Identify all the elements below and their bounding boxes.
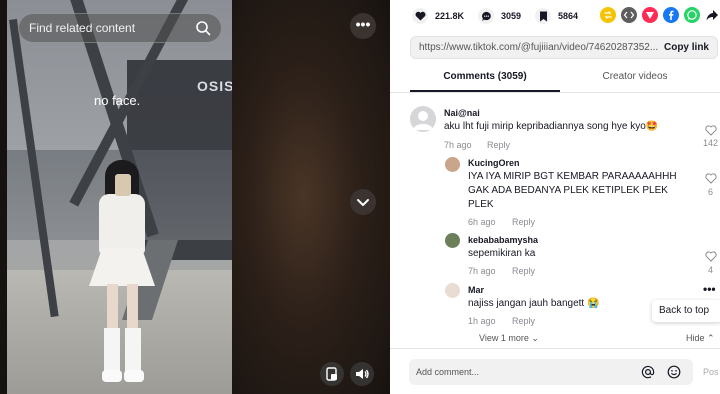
- share-arrow-icon[interactable]: [705, 8, 719, 27]
- comment-like-count: 142: [703, 138, 719, 148]
- comment-text: sepemikiran ka: [468, 248, 536, 259]
- like-count: 221.8K: [435, 11, 465, 21]
- comment-username[interactable]: KucingOren: [468, 158, 520, 168]
- figure-phone: [115, 174, 131, 196]
- heart-icon: [412, 8, 428, 24]
- hide-replies[interactable]: Hide ⌃: [686, 333, 715, 344]
- reply-button[interactable]: Reply: [512, 217, 535, 227]
- send-icon[interactable]: [642, 7, 658, 23]
- bottom-divider: [390, 348, 720, 349]
- search-placeholder: Find related content: [29, 21, 136, 35]
- video-caption: no face.: [94, 93, 141, 108]
- comment-time: 7h ago: [444, 140, 472, 150]
- reply-button[interactable]: Reply: [512, 266, 535, 276]
- comment-text: najiss jangan jauh bangett 😭: [468, 298, 600, 309]
- tab-creator-videos[interactable]: Creator videos: [560, 71, 710, 91]
- comment-input[interactable]: Add comment...: [409, 359, 693, 385]
- video-player[interactable]: OSIS Find related content no face. •••: [0, 0, 390, 394]
- embed-icon[interactable]: [621, 7, 637, 23]
- comment-text: IYA IYA MIRIP BGT KEMBAR PARAAAAAHHH GAK…: [468, 171, 677, 210]
- comment-stat[interactable]: 3059: [478, 8, 521, 24]
- comments-panel: 221.8K 3059 5864 https://www.tiktok.com/…: [390, 0, 720, 394]
- video-frame[interactable]: OSIS: [7, 0, 232, 394]
- comment-username[interactable]: Nai@nai: [444, 108, 480, 118]
- miniplayer-icon: [326, 367, 337, 381]
- figure-shoe: [102, 370, 122, 382]
- post-button[interactable]: Pos: [703, 367, 719, 377]
- copy-link-button[interactable]: Copy link: [664, 42, 709, 53]
- chevron-down-icon: [357, 199, 369, 206]
- like-stat[interactable]: 221.8K: [412, 8, 464, 24]
- comment-placeholder: Add comment...: [416, 367, 480, 377]
- comment-time: 7h ago: [468, 266, 496, 276]
- avatar[interactable]: [445, 157, 460, 172]
- whatsapp-icon[interactable]: [684, 7, 700, 23]
- comment-bubble-icon: [478, 8, 494, 24]
- figure-sock: [125, 328, 141, 372]
- tab-comments[interactable]: Comments (3059): [410, 71, 560, 91]
- volume-button[interactable]: [350, 362, 374, 386]
- comment-count: 3059: [501, 11, 522, 21]
- volume-icon: [356, 369, 369, 379]
- comment-text: aku lht fuji mirip kepribadiannya song h…: [444, 121, 659, 132]
- person-figure: [87, 160, 167, 390]
- comment-time: 1h ago: [468, 316, 496, 326]
- comment-time: 6h ago: [468, 217, 496, 227]
- miniplayer-button[interactable]: [320, 362, 344, 386]
- comment-like-count: 6: [708, 187, 714, 197]
- view-more-replies[interactable]: View 1 more ⌄: [479, 333, 539, 344]
- more-options-button[interactable]: •••: [350, 13, 376, 39]
- save-count: 5864: [558, 11, 579, 21]
- figure-shoe: [124, 370, 144, 382]
- comment-like-count: 4: [708, 265, 714, 275]
- comment-more-button[interactable]: •••: [703, 282, 716, 296]
- comment-username[interactable]: Mar: [468, 285, 484, 295]
- avatar[interactable]: [445, 233, 460, 248]
- save-stat[interactable]: 5864: [535, 8, 578, 24]
- bookmark-icon: [535, 8, 551, 24]
- reply-button[interactable]: Reply: [512, 316, 535, 326]
- avatar[interactable]: [410, 106, 436, 132]
- video-link-url: https://www.tiktok.com/@fujiiian/video/7…: [419, 42, 659, 53]
- back-to-top-button[interactable]: Back to top: [652, 300, 720, 322]
- next-video-button[interactable]: [350, 189, 376, 215]
- building-sign: OSIS: [197, 78, 232, 94]
- video-link-box[interactable]: https://www.tiktok.com/@fujiiian/video/7…: [410, 36, 718, 59]
- facebook-icon[interactable]: [663, 7, 679, 23]
- repost-icon[interactable]: [600, 7, 616, 23]
- related-content-search[interactable]: Find related content: [18, 13, 222, 43]
- avatar[interactable]: [445, 283, 460, 298]
- figure-top: [99, 194, 145, 254]
- comment-username[interactable]: kebababamysha: [468, 235, 538, 245]
- reply-button[interactable]: Reply: [487, 140, 510, 150]
- search-icon[interactable]: [195, 20, 211, 36]
- figure-sock: [104, 328, 120, 372]
- mention-icon[interactable]: [641, 365, 655, 379]
- tab-divider: [390, 92, 720, 93]
- figure-skirt: [89, 248, 155, 286]
- emoji-icon[interactable]: [667, 365, 681, 379]
